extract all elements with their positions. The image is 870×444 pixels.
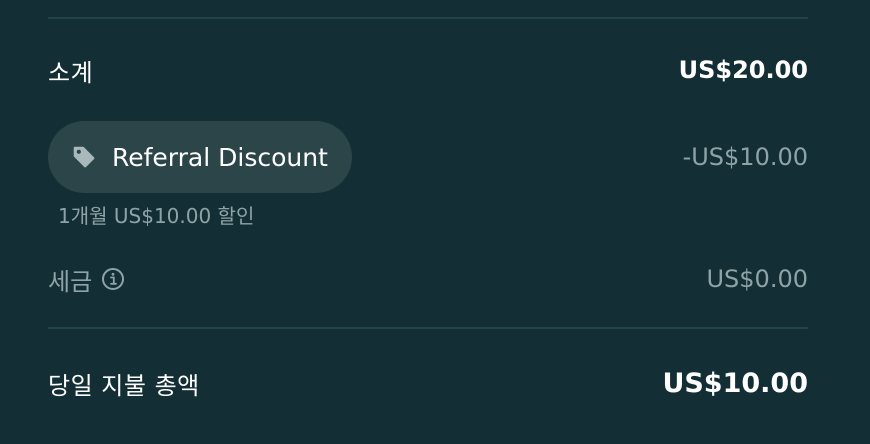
total-value: US$10.00 [662,367,808,399]
top-divider [48,17,808,19]
tag-icon [70,143,98,171]
discount-amount: -US$10.00 [682,143,808,171]
total-row: 당일 지불 총액 US$10.00 [48,362,808,404]
tax-row: 세금 US$0.00 [48,258,808,300]
tax-label-group: 세금 [48,262,126,297]
subtotal-row: 소계 US$20.00 [48,50,808,90]
promo-name: Referral Discount [112,142,328,172]
discount-row: Referral Discount -US$10.00 [48,121,808,193]
tax-value: US$0.00 [706,265,808,293]
total-label: 당일 지불 총액 [48,371,200,400]
promo-code-chip[interactable]: Referral Discount [48,121,352,193]
promo-description: 1개월 US$10.00 할인 [58,204,255,228]
subtotal-value: US$20.00 [678,56,808,84]
info-icon[interactable] [100,266,126,292]
total-divider [48,327,808,329]
tax-label: 세금 [48,267,93,296]
subtotal-label: 소계 [48,58,94,87]
